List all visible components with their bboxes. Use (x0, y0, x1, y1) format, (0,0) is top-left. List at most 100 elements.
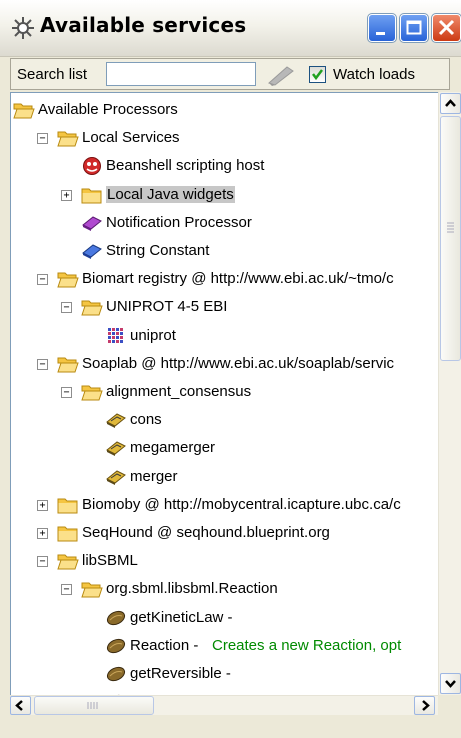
tree-node-label: UNIPROT 4-5 EBI (106, 298, 228, 316)
tree-node[interactable]: − Biomart registry @ http://www.ebi.ac.uk… (11, 266, 451, 294)
tree-node[interactable]: − org.sbml.libsbml.Reaction (11, 576, 451, 604)
string-constant-icon (82, 244, 102, 259)
close-icon (438, 19, 455, 36)
folder-open-icon (57, 357, 79, 373)
tree-node-label: Biomart registry @ http://www.ebi.ac.uk/… (82, 270, 394, 288)
api-method-icon (106, 610, 126, 625)
tree-node-label: Soaplab @ http://www.ebi.ac.uk/soaplab/s… (82, 354, 395, 372)
tree-node-label: Biomoby @ http://mobycentral.icapture.ub… (82, 495, 401, 513)
search-label: Search list (17, 66, 88, 83)
api-method-icon (106, 666, 126, 682)
search-input[interactable] (106, 62, 256, 86)
arrow-down-icon (445, 680, 456, 688)
folder-open-icon (81, 582, 103, 598)
services-gear-icon (12, 17, 34, 39)
tree-node-label: org.sbml.libsbml.Reaction (106, 580, 278, 598)
tree-node[interactable]: String Constant (11, 238, 451, 266)
checkmark-icon (312, 69, 323, 81)
scroll-up-button[interactable] (440, 93, 461, 114)
tree-node[interactable]: − UNIPROT 4-5 EBI (11, 294, 451, 322)
arrow-left-icon (15, 700, 23, 711)
tree-node[interactable]: merger (11, 464, 451, 492)
tree-node[interactable]: + SeqHound @ seqhound.blueprint.org (11, 520, 451, 548)
arrow-up-icon (445, 99, 456, 107)
collapse-toggle-icon[interactable]: − (37, 133, 48, 145)
minimize-button[interactable] (367, 13, 397, 43)
expand-toggle-icon[interactable]: + (37, 499, 48, 511)
tree-node-label: SeqHound @ seqhound.blueprint.org (82, 524, 330, 541)
tree-node-label: cons (130, 411, 162, 429)
grip-icon (447, 222, 454, 233)
tree-node[interactable]: + Local Java widgets (11, 182, 451, 210)
services-tree[interactable]: Available Processors − Local Services Beans… (10, 92, 461, 714)
tree-node[interactable]: cons (11, 407, 451, 435)
tree-node[interactable]: − Soaplab @ http://www.ebi.ac.uk/soaplab/… (11, 351, 451, 379)
tree-node[interactable]: uniprot (11, 323, 451, 351)
tree-node-label: Notification Processor (106, 213, 252, 231)
arrow-right-icon (422, 700, 430, 711)
title-bar: Available services (0, 0, 461, 57)
folder-open-icon (57, 554, 79, 570)
folder-open-icon (13, 103, 35, 119)
folder-icon (57, 526, 78, 542)
scroll-left-button[interactable] (10, 696, 31, 715)
tree-node[interactable]: Available Processors (11, 97, 451, 125)
folder-open-icon (81, 385, 103, 401)
tree-node-label: String Constant (106, 242, 210, 259)
maximize-icon (406, 20, 422, 35)
tree-node-label: getKineticLaw - (130, 608, 233, 626)
tree-node-label: Beanshell scripting host (106, 157, 265, 175)
tree-node-label: uniprot (130, 326, 176, 344)
notification-processor-icon (82, 216, 102, 231)
scroll-down-button[interactable] (440, 673, 461, 694)
tree-node[interactable]: megamerger (11, 435, 451, 463)
horizontal-scroll-thumb[interactable] (34, 696, 154, 715)
tree-node-description: Creates a new Reaction, opt (212, 636, 402, 654)
tree-node-label: Available Processors (38, 101, 178, 118)
collapse-toggle-icon[interactable]: − (61, 302, 72, 314)
tree-node[interactable]: getReversible - (11, 661, 451, 689)
folder-open-icon (57, 131, 79, 147)
window-title: Available services (40, 13, 247, 37)
tree-node[interactable]: − libSBML (11, 548, 451, 576)
tree-node[interactable]: getKineticLaw - (11, 605, 451, 633)
vertical-scrollbar[interactable] (438, 92, 461, 695)
tree-node-label: Reaction - (130, 636, 199, 654)
clear-search-icon[interactable] (263, 63, 297, 87)
collapse-toggle-icon[interactable]: − (37, 274, 48, 286)
folder-open-icon (57, 272, 79, 288)
folder-icon (57, 498, 78, 514)
tree-node[interactable]: − Local Services (11, 125, 451, 153)
tree-node[interactable]: − alignment_consensus (11, 379, 451, 407)
expand-toggle-icon[interactable]: + (61, 189, 72, 201)
tree-node[interactable]: Notification Processor (11, 210, 451, 238)
tree-node-label: libSBML (82, 552, 138, 570)
tree-node[interactable]: + Biomoby @ http://mobycentral.icapture.u… (11, 492, 451, 520)
horizontal-scrollbar[interactable] (10, 695, 438, 715)
grip-icon (87, 702, 98, 709)
expand-toggle-icon[interactable]: + (37, 528, 48, 539)
minimize-icon (376, 32, 385, 35)
collapse-toggle-icon[interactable]: − (37, 556, 48, 568)
beanshell-icon (83, 157, 101, 176)
tree-node[interactable]: Reaction - Creates a new Reaction, opt (11, 633, 451, 661)
tree-node[interactable]: Beanshell scripting host (11, 153, 451, 181)
collapse-toggle-icon[interactable]: − (61, 584, 72, 596)
tree-node-label: megamerger (130, 439, 216, 457)
close-button[interactable] (431, 13, 461, 43)
folder-icon (81, 188, 102, 204)
tree-node-label: alignment_consensus (106, 383, 252, 400)
scroll-right-button[interactable] (414, 696, 435, 715)
watch-loads-checkbox[interactable] (309, 66, 326, 83)
tree-node-label: Local Java widgets (106, 185, 235, 203)
watch-loads-label: Watch loads (333, 66, 415, 83)
vertical-scroll-thumb[interactable] (440, 116, 461, 361)
maximize-button[interactable] (399, 13, 429, 43)
collapse-toggle-icon[interactable]: − (61, 387, 72, 398)
soaplab-service-icon (106, 470, 126, 485)
tree-node-label: merger (130, 467, 178, 485)
folder-open-icon (81, 300, 103, 316)
search-toolbar: Search list Watch loads (10, 58, 450, 90)
collapse-toggle-icon[interactable]: − (37, 358, 48, 370)
tree-node-label: Local Services (82, 129, 180, 147)
